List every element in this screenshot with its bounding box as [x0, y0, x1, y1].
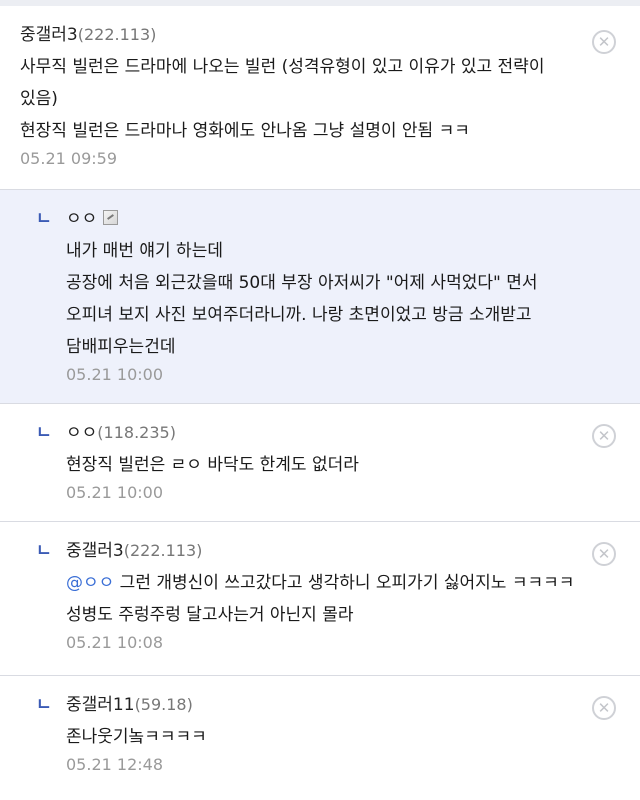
delete-close-icon[interactable]: ✕	[592, 424, 616, 448]
reply-text: 그런 개병신이 쓰고갔다고 생각하니 오피가기 싫어지노 ㅋㅋㅋㅋ 성병도 주렁…	[66, 573, 575, 625]
reply-date: 05.21 10:00	[66, 483, 163, 502]
delete-close-icon[interactable]: ✕	[592, 30, 616, 54]
reply-body: @ㅇㅇ 그런 개병신이 쓰고갔다고 생각하니 오피가기 싫어지노 ㅋㅋㅋㅋ 성병…	[36, 567, 580, 631]
delete-close-icon[interactable]: ✕	[592, 696, 616, 720]
reply-arrow-icon: ㄴ	[36, 541, 52, 561]
nickname[interactable]: ㅇㅇ	[66, 418, 97, 443]
comment-line: 사무직 빌런은 드라마에 나오는 빌런 (성격유형이 있고 이유가 있고 전략이…	[20, 57, 545, 109]
reply-date: 05.21 10:08	[66, 633, 163, 652]
reply-item: ㄴ 중갤러3 (222.113) @ㅇㅇ 그런 개병신이 쓰고갔다고 생각하니 …	[0, 522, 640, 676]
reply-body: 현장직 빌런은 ㄹㅇ 바닥도 한계도 없더라	[66, 455, 359, 475]
reply-body: 내가 매번 얘기 하는데 공장에 처음 외근갔을때 50대 부장 아저씨가 "어…	[36, 235, 580, 363]
close-glyph: ✕	[597, 426, 611, 445]
close-glyph: ✕	[597, 32, 611, 51]
reply-item: ㄴ 중갤러11 (59.18) 존나웃기놐ㅋㅋㅋㅋ 05.21 12:48 ✕	[0, 676, 640, 800]
comment-header: 중갤러3 (222.113)	[20, 20, 580, 45]
nickname[interactable]: 중갤러3	[66, 536, 124, 561]
reply-arrow-icon: ㄴ	[36, 209, 52, 229]
reply-date: 05.21 12:48	[66, 755, 163, 774]
ip-address: (59.18)	[134, 695, 193, 714]
reply-arrow-icon: ㄴ	[36, 695, 52, 715]
comment-item: 중갤러3 (222.113) 사무직 빌런은 드라마에 나오는 빌런 (성격유형…	[0, 6, 640, 190]
delete-close-icon[interactable]: ✕	[592, 542, 616, 566]
mention-link[interactable]: @ㅇㅇ	[66, 573, 114, 593]
close-glyph: ✕	[597, 544, 611, 563]
comment-line: 현장직 빌런은 드라마나 영화에도 안나옴 그냥 설명이 안됨 ㅋㅋ	[20, 121, 470, 141]
ip-address: (222.113)	[123, 541, 203, 560]
reply-header: ㄴ 중갤러3 (222.113)	[36, 536, 580, 561]
ip-address: (118.235)	[97, 423, 176, 442]
reply-arrow-icon: ㄴ	[36, 423, 52, 443]
memo-icon	[103, 210, 119, 225]
nickname[interactable]: 중갤러11	[66, 690, 135, 715]
comment-body: 사무직 빌런은 드라마에 나오는 빌런 (성격유형이 있고 이유가 있고 전략이…	[20, 51, 580, 147]
reply-header: ㄴ ㅇㅇ	[36, 204, 580, 229]
reply-header: ㄴ ㅇㅇ (118.235)	[36, 418, 580, 443]
reply-item: ㄴ ㅇㅇ (118.235) 현장직 빌런은 ㄹㅇ 바닥도 한계도 없더라 05…	[0, 404, 640, 522]
nickname[interactable]: ㅇㅇ	[66, 204, 97, 229]
close-glyph: ✕	[597, 698, 611, 717]
nickname[interactable]: 중갤러3	[20, 20, 78, 45]
comment-date: 05.21 09:59	[20, 149, 117, 168]
reply-date: 05.21 10:00	[66, 365, 163, 384]
reply-line: 공장에 처음 외근갔을때 50대 부장 아저씨가 "어제 사먹었다" 면서 오피…	[66, 273, 538, 357]
reply-item: ㄴ ㅇㅇ 내가 매번 얘기 하는데 공장에 처음 외근갔을때 50대 부장 아저…	[0, 190, 640, 404]
ip-address: (222.113)	[77, 25, 157, 44]
reply-header: ㄴ 중갤러11 (59.18)	[36, 690, 580, 715]
reply-line: 내가 매번 얘기 하는데	[66, 241, 223, 261]
reply-body: 존나웃기놐ㅋㅋㅋㅋ	[66, 727, 207, 747]
